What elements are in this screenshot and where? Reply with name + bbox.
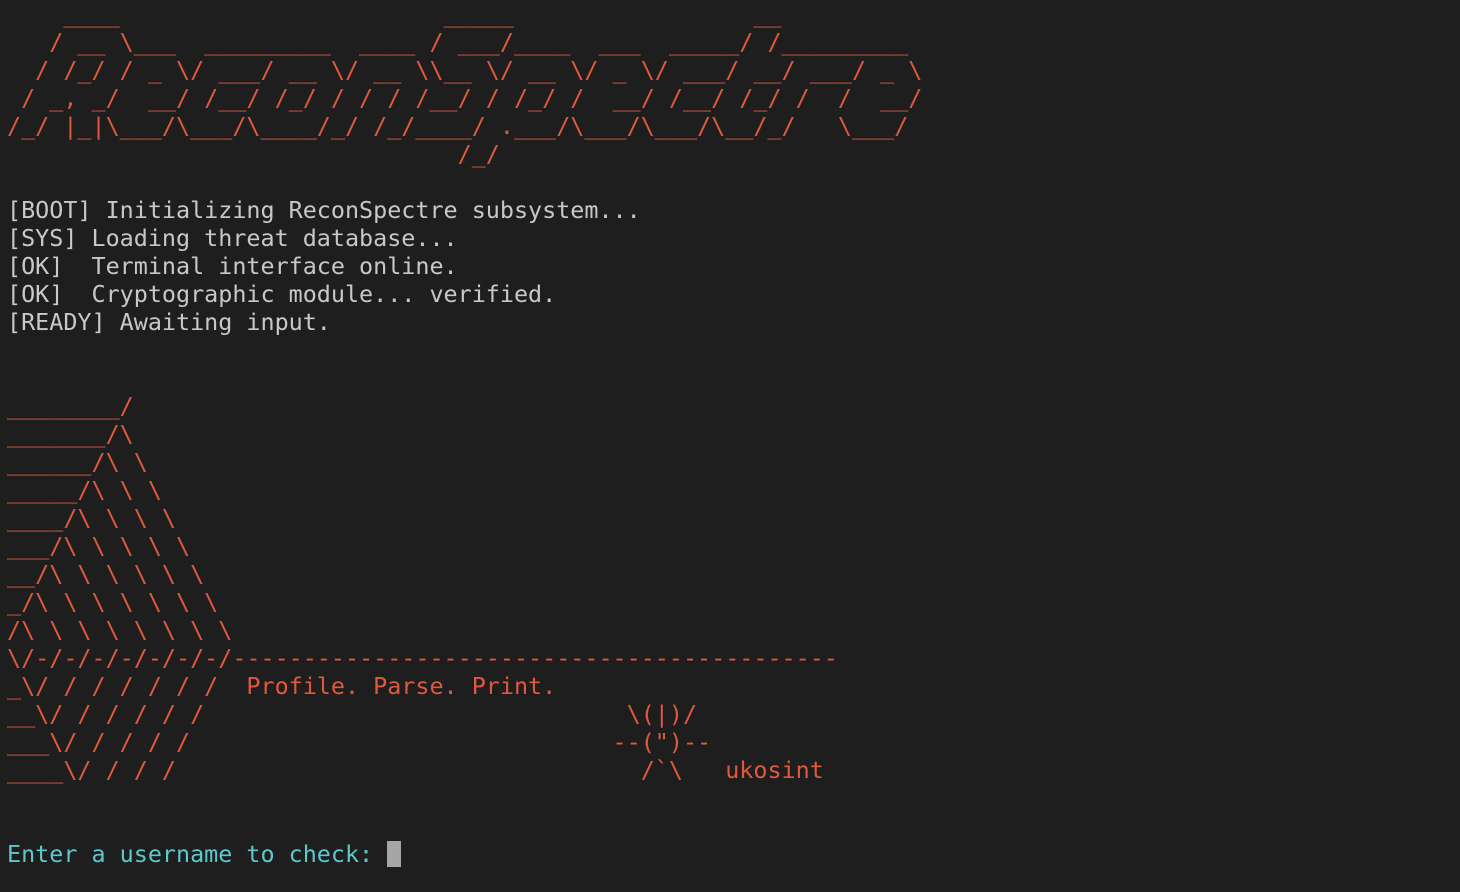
text-cursor (387, 841, 402, 867)
art-line: _____/\ \ \ (7, 476, 162, 504)
log-line-ok-crypto: [OK] Cryptographic module... verified. (7, 280, 557, 308)
boot-log: [BOOT] Initializing ReconSpectre subsyst… (7, 196, 1460, 336)
log-line-sys: [SYS] Loading threat database... (7, 224, 458, 252)
username-prompt[interactable]: Enter a username to check: (7, 840, 1460, 868)
banner-line: / _, _/ __/ /__/ /_/ / / / /__/ / /_/ / … (7, 84, 923, 112)
banner-line: /_/ (7, 140, 500, 168)
art-line: /\ \ \ \ \ \ \ \ (7, 616, 233, 644)
art-line: _______/\ (7, 420, 134, 448)
banner-line: ____ _____ __ (7, 0, 782, 28)
art-line: ______/\ \ (7, 448, 148, 476)
art-line: __\/ / / / / / \(|)/ (7, 700, 698, 728)
art-line-divider: \/-/-/-/-/-/-/-/------------------------… (7, 644, 838, 672)
art-line: __/\ \ \ \ \ \ (7, 560, 205, 588)
log-line-boot: [BOOT] Initializing ReconSpectre subsyst… (7, 196, 641, 224)
art-line-signature: ____\/ / / / /`\ ukosint (7, 756, 824, 784)
ascii-banner: ____ _____ __ / __ \___ _________ ____ /… (7, 0, 1460, 168)
banner-line: / /_/ / _ \/ ___/ __ \/ __ \\__ \/ __ \/… (7, 56, 923, 84)
art-line: ________/ (7, 392, 134, 420)
art-line: ___/\ \ \ \ \ (7, 532, 191, 560)
art-line: _/\ \ \ \ \ \ \ (7, 588, 219, 616)
ascii-art: ________/ _______/\ ______/\ \ _____/\ \… (7, 392, 1460, 784)
prompt-label: Enter a username to check: (7, 840, 388, 868)
art-line: ___\/ / / / / --(")-- (7, 728, 712, 756)
terminal-window[interactable]: ____ _____ __ / __ \___ _________ ____ /… (0, 0, 1460, 892)
art-line-tagline: _\/ / / / / / / Profile. Parse. Print. (7, 672, 557, 700)
log-line-ready: [READY] Awaiting input. (7, 308, 331, 336)
banner-line: /_/ |_|\___/\___/\____/_/ /_/____/ .___/… (7, 112, 909, 140)
art-line: ____/\ \ \ \ (7, 504, 176, 532)
banner-line: / __ \___ _________ ____ / ___/____ ___ … (7, 28, 909, 56)
log-line-ok-terminal: [OK] Terminal interface online. (7, 252, 458, 280)
